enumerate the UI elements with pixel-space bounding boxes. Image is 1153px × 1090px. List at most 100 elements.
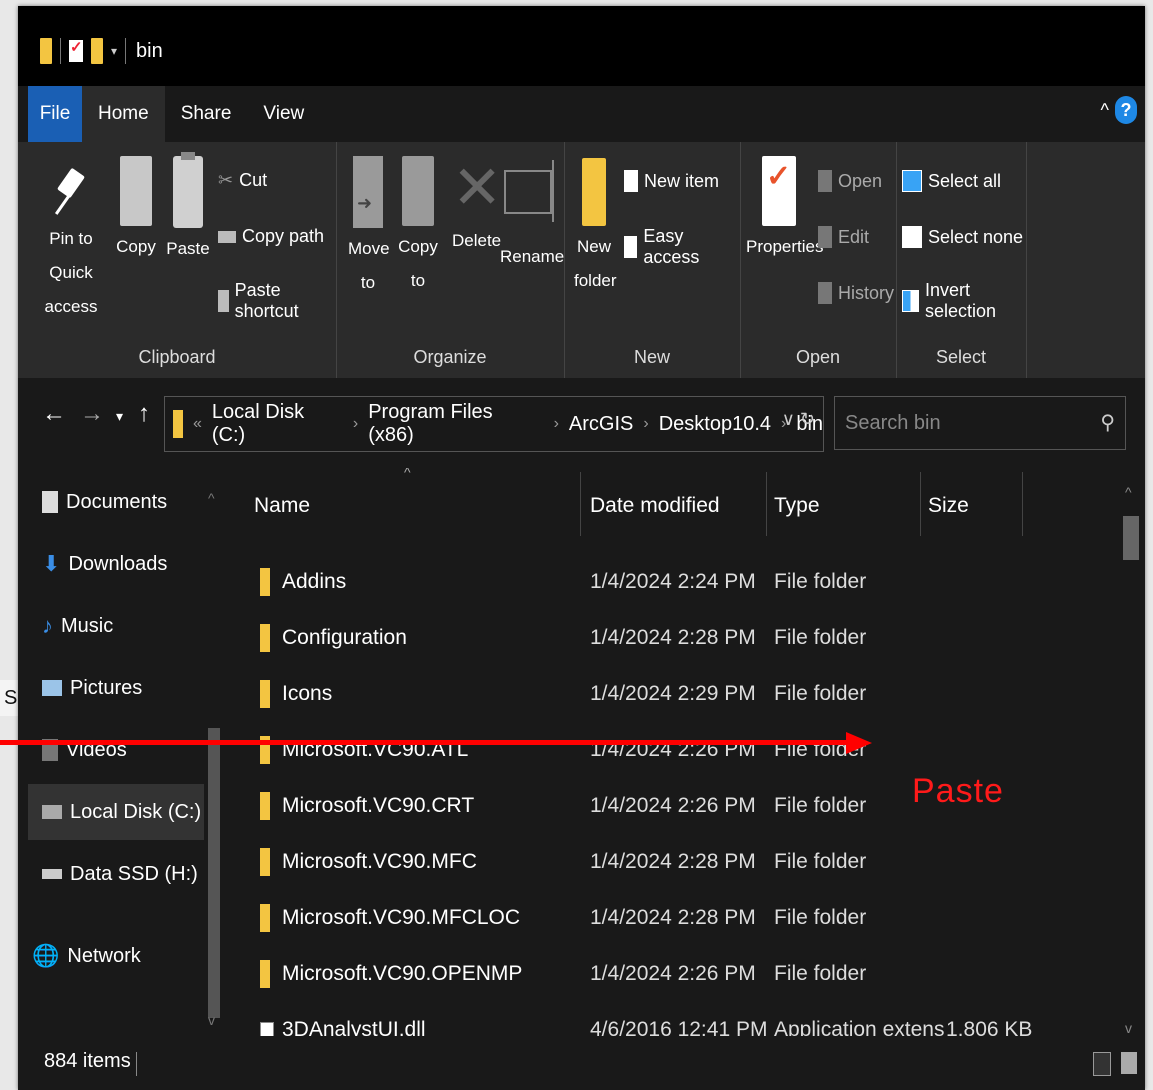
title-bar: ▾ bin xyxy=(18,6,1145,86)
file-row-vc90-openmp[interactable]: Microsoft.VC90.OPENMP 1/4/2024 2:26 PM F… xyxy=(230,948,1130,1004)
search-icon: ⚲ xyxy=(1100,412,1115,434)
address-dropdown-icon[interactable]: ∨ xyxy=(782,409,795,429)
up-arrow-icon[interactable]: ↑ xyxy=(138,400,150,428)
folder-icon xyxy=(260,680,270,708)
column-header-name[interactable]: Name xyxy=(254,486,310,526)
properties-button[interactable]: Properties xyxy=(746,142,823,264)
back-arrow-icon[interactable]: ← xyxy=(42,400,66,428)
scissors-icon: ✂ xyxy=(218,170,234,190)
open-group: Properties Open Edit History Open xyxy=(740,142,897,378)
file-date: 1/4/2024 2:26 PM xyxy=(590,794,756,817)
file-row-icons[interactable]: Icons 1/4/2024 2:29 PM File folder xyxy=(230,668,1130,724)
chevron-right-icon[interactable]: › xyxy=(643,415,648,433)
address-bar[interactable]: « Local Disk (C:) › Program Files (x86) … xyxy=(164,396,824,452)
breadcrumb-arcgis[interactable]: ArcGIS xyxy=(569,413,633,436)
recent-locations-icon[interactable]: ▾ xyxy=(116,408,123,425)
easy-access-button[interactable]: Easy access xyxy=(624,226,740,268)
rename-icon xyxy=(504,160,554,222)
customize-toolbar-icon[interactable]: ▾ xyxy=(111,44,117,58)
column-header-date-modified[interactable]: Date modified xyxy=(590,486,720,526)
file-row-vc90-mfcloc[interactable]: Microsoft.VC90.MFCLOC 1/4/2024 2:28 PM F… xyxy=(230,892,1130,948)
copy-path-button[interactable]: Copy path xyxy=(218,226,324,247)
new-folder-icon[interactable] xyxy=(91,38,103,64)
sidebar-item-videos[interactable]: Videos xyxy=(28,722,204,778)
forward-arrow-icon[interactable]: → xyxy=(80,400,104,428)
sidebar-item-pictures[interactable]: Pictures xyxy=(28,660,204,716)
folder-icon xyxy=(40,38,52,64)
paste-shortcut-button[interactable]: Paste shortcut xyxy=(218,280,336,322)
documents-icon xyxy=(42,491,58,513)
sidebar-item-network[interactable]: 🌐 Network xyxy=(28,928,204,984)
column-header-type[interactable]: Type xyxy=(774,486,820,526)
move-to-button[interactable]: Move to xyxy=(348,142,390,300)
history-icon xyxy=(818,282,832,304)
new-item-button[interactable]: New item xyxy=(624,170,719,192)
open-button[interactable]: Open xyxy=(818,170,882,192)
collapse-ribbon-icon[interactable]: ^ xyxy=(1101,100,1109,121)
search-input[interactable]: Search bin ⚲ xyxy=(834,396,1126,450)
tab-file[interactable]: File xyxy=(28,86,82,142)
scrollbar-thumb[interactable] xyxy=(1123,516,1139,560)
navigation-pane-scrollbar[interactable]: ^ v xyxy=(206,490,222,1028)
sidebar-item-music[interactable]: ♪ Music xyxy=(28,598,204,654)
paste-button[interactable]: Paste xyxy=(166,142,210,266)
select-none-button[interactable]: Select none xyxy=(902,226,1023,248)
scroll-up-icon[interactable]: ^ xyxy=(208,490,215,506)
chevron-right-icon[interactable]: › xyxy=(353,415,358,433)
rename-button[interactable]: Rename xyxy=(500,142,564,274)
details-view-icon[interactable] xyxy=(1093,1052,1111,1076)
select-group: Select all Select none Invert selection … xyxy=(896,142,1027,378)
easy-access-icon xyxy=(624,236,638,258)
file-row-configuration[interactable]: Configuration 1/4/2024 2:28 PM File fold… xyxy=(230,612,1130,668)
pin-to-quick-access-button[interactable]: Pin to Quick access xyxy=(32,142,110,324)
ribbon-tabs: File Home Share View xyxy=(28,86,320,142)
delete-button[interactable]: ✕ Delete xyxy=(452,142,502,258)
chevron-right-icon[interactable]: › xyxy=(554,415,559,433)
file-type: File folder xyxy=(774,794,867,817)
address-overflow[interactable]: « xyxy=(193,415,202,433)
sidebar-item-data-ssd[interactable]: Data SSD (H:) xyxy=(28,846,204,902)
sidebar-item-downloads[interactable]: ⬇ Downloads xyxy=(28,536,204,592)
file-row-vc90-mfc[interactable]: Microsoft.VC90.MFC 1/4/2024 2:28 PM File… xyxy=(230,836,1130,892)
tab-share[interactable]: Share xyxy=(165,86,248,142)
file-list-scrollbar[interactable]: ^ v xyxy=(1123,484,1139,1036)
copy-to-button[interactable]: Copy to xyxy=(398,142,438,298)
edit-button[interactable]: Edit xyxy=(818,226,869,248)
open-group-label: Open xyxy=(795,347,841,367)
folder-icon xyxy=(260,904,270,932)
select-all-button[interactable]: Select all xyxy=(902,170,1001,192)
scroll-up-icon[interactable]: ^ xyxy=(1125,484,1132,500)
new-group: New folder New item Easy access New xyxy=(564,142,741,378)
sidebar-item-local-disk[interactable]: Local Disk (C:) xyxy=(28,784,204,840)
help-icon[interactable]: ? xyxy=(1115,96,1137,124)
scroll-down-icon[interactable]: v xyxy=(208,1012,215,1028)
properties-icon xyxy=(762,156,796,226)
refresh-icon[interactable]: ↻ xyxy=(800,409,815,429)
new-folder-button[interactable]: New folder xyxy=(574,142,617,298)
scrollbar-thumb[interactable] xyxy=(208,728,220,1018)
sidebar-item-documents[interactable]: Documents xyxy=(28,474,204,530)
file-row-addins[interactable]: Addins 1/4/2024 2:24 PM File folder xyxy=(230,556,1130,612)
column-header-size[interactable]: Size xyxy=(928,486,969,526)
history-button[interactable]: History xyxy=(818,282,894,304)
file-name: Microsoft.VC90.MFC xyxy=(282,850,477,873)
tab-view[interactable]: View xyxy=(247,86,320,142)
move-to-icon xyxy=(353,156,383,228)
file-date: 1/4/2024 2:28 PM xyxy=(590,906,756,929)
status-bar: 884 items xyxy=(18,1036,1145,1090)
ribbon: Pin to Quick access Copy Paste ✂ Cut Cop… xyxy=(18,142,1145,379)
scroll-down-icon[interactable]: v xyxy=(1125,1020,1132,1036)
invert-selection-button[interactable]: Invert selection xyxy=(902,280,1026,322)
breadcrumb-local-disk[interactable]: Local Disk (C:) xyxy=(212,401,343,447)
file-row-3danalystui[interactable]: 3DAnalystUI.dll 4/6/2016 12:41 PM Applic… xyxy=(230,1004,1130,1036)
copy-button[interactable]: Copy xyxy=(114,142,156,264)
cut-button[interactable]: ✂ Cut xyxy=(218,170,267,191)
breadcrumb-desktop[interactable]: Desktop10.4 xyxy=(659,413,771,436)
breadcrumb-program-files[interactable]: Program Files (x86) xyxy=(368,401,543,447)
properties-icon[interactable] xyxy=(69,38,83,62)
large-icons-view-icon[interactable] xyxy=(1121,1052,1137,1074)
file-explorer-window: ▾ bin File Home Share View ^ ? Pin to Qu… xyxy=(18,6,1145,1090)
tab-home[interactable]: Home xyxy=(82,86,165,142)
file-type: File folder xyxy=(774,570,867,593)
folder-icon xyxy=(173,410,183,438)
